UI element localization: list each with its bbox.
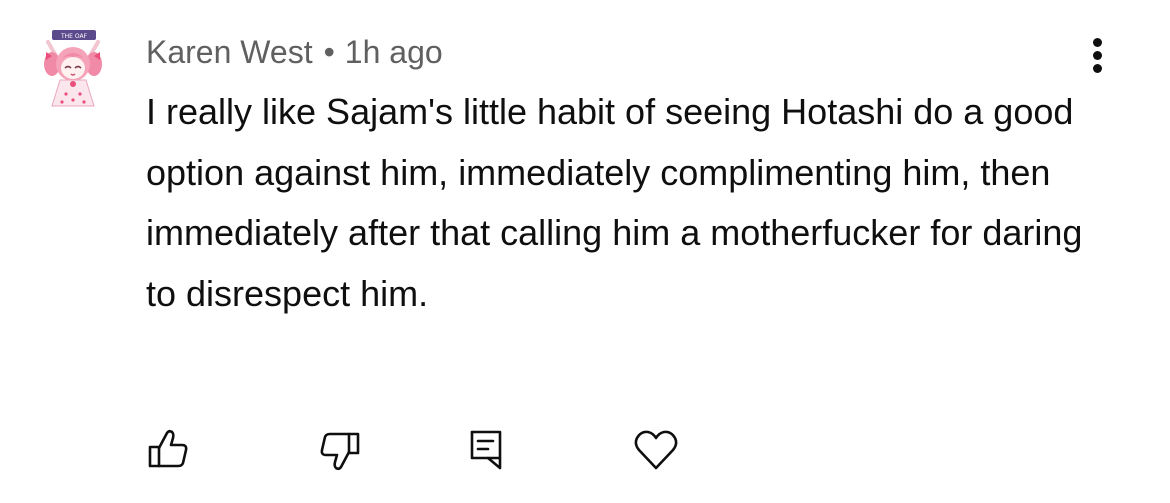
thumbs-up-icon[interactable] <box>142 424 194 476</box>
author-name[interactable]: Karen West <box>146 34 313 70</box>
avatar-illustration: THE OAF <box>44 30 102 107</box>
more-dot <box>1093 64 1102 73</box>
comment-actions <box>0 424 1170 480</box>
thumbs-down-icon[interactable] <box>314 424 366 476</box>
comment-card: THE OAF Karen West • 1h ago I really lik… <box>0 0 1170 503</box>
heart-icon[interactable] <box>630 424 682 476</box>
avatar-badge-text: THE OAF <box>60 33 88 40</box>
comment-text: I really like Sajam's little habit of se… <box>146 91 1083 314</box>
comment-icon[interactable] <box>460 424 512 476</box>
more-vertical-icon[interactable] <box>1082 34 1114 76</box>
more-dot <box>1093 51 1102 60</box>
more-dot <box>1093 38 1102 47</box>
comment-meta: Karen West • 1h ago <box>146 30 443 74</box>
meta-separator: • <box>323 34 335 70</box>
avatar[interactable]: THE OAF <box>38 28 108 110</box>
timestamp: 1h ago <box>344 34 443 70</box>
